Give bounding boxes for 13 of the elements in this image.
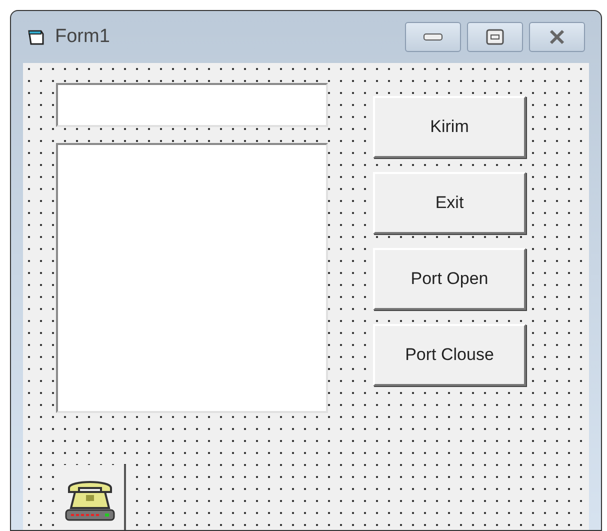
maximize-button[interactable] xyxy=(467,22,523,52)
close-button[interactable] xyxy=(529,22,585,52)
command-button[interactable]: Exit xyxy=(373,172,526,234)
form-icon xyxy=(27,28,47,46)
close-icon xyxy=(548,29,566,45)
window-title: Form1 xyxy=(55,24,110,49)
command-button[interactable]: Port Clouse xyxy=(373,324,526,386)
minimize-button[interactable] xyxy=(405,22,461,52)
command-button[interactable]: Port Open xyxy=(373,248,526,310)
minimize-icon xyxy=(423,33,443,41)
maximize-icon xyxy=(486,29,504,45)
text-input-field[interactable] xyxy=(56,83,328,127)
command-button[interactable]: Kirim xyxy=(373,96,526,158)
